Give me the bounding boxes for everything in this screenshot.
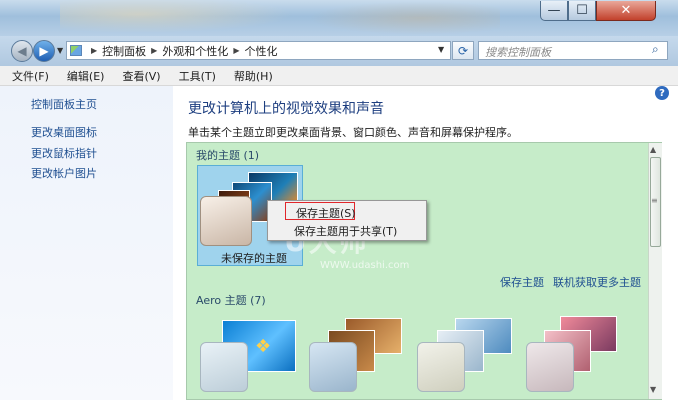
theme-window-color-swatch [526,342,574,392]
breadcrumb-separator[interactable]: ▶ [91,46,97,55]
aero-themes-group-label: Aero 主题 (7) [196,294,266,307]
minimize-button[interactable]: — [540,1,568,21]
sidebar-item-change-mouse-pointers[interactable]: 更改鼠标指针 [31,145,97,161]
title-bar-glass-effect [60,0,320,36]
maximize-button[interactable]: ☐ [568,1,596,21]
title-bar-glass-effect [300,0,500,36]
context-menu-save-theme[interactable]: 保存主题(S) [296,205,356,221]
theme-window-color-swatch [309,342,357,392]
address-bar[interactable]: ▶ 控制面板 ▶ 外观和个性化 ▶ 个性化 [66,41,451,60]
watermark-url: WWW.udashi.com [320,260,410,271]
save-theme-link[interactable]: 保存主题 [500,274,544,290]
refresh-button[interactable]: ⟳ [452,41,474,60]
close-button[interactable]: ✕ [596,1,656,21]
menu-tools[interactable]: 工具(T) [167,68,222,84]
page-title: 更改计算机上的视觉效果和声音 [188,101,384,117]
context-menu-save-theme-for-sharing[interactable]: 保存主题用于共享(T) [294,223,397,239]
page-description: 单击某个主题立即更改桌面背景、窗口颜色、声音和屏幕保护程序。 [188,126,518,139]
windows-logo-icon: ❖ [255,336,272,357]
menu-edit[interactable]: 编辑(E) [55,68,111,84]
address-dropdown-icon[interactable]: ▼ [438,45,444,54]
sidebar-item-change-account-picture[interactable]: 更改帐户图片 [31,165,97,181]
menu-help[interactable]: 帮助(H) [222,68,279,84]
control-panel-icon [70,45,82,56]
help-icon[interactable]: ? [655,86,669,100]
menu-file[interactable]: 文件(F) [0,68,55,84]
forward-button[interactable]: ▶ [33,40,55,62]
scroll-up-arrow-icon[interactable]: ▲ [650,145,656,154]
recent-pages-dropdown-icon[interactable]: ▼ [57,46,63,55]
sidebar-item-control-panel-home[interactable]: 控制面板主页 [31,96,97,112]
my-themes-group-label: 我的主题 (1) [196,149,260,162]
back-button[interactable]: ◀ [11,40,33,62]
breadcrumb-personalization[interactable]: 个性化 [244,43,277,59]
search-input[interactable]: 搜索控制面板 [478,41,668,60]
scroll-down-arrow-icon[interactable]: ▼ [650,385,656,394]
menu-bar: 文件(F) 编辑(E) 查看(V) 工具(T) 帮助(H) [0,66,678,86]
sidebar-item-change-desktop-icons[interactable]: 更改桌面图标 [31,124,97,140]
scrollbar-grip-icon: ≡ [651,196,658,205]
search-icon[interactable]: ⌕ [652,42,659,57]
breadcrumb-separator[interactable]: ▶ [233,46,239,55]
theme-window-color-swatch [200,196,252,246]
breadcrumb-separator[interactable]: ▶ [151,46,157,55]
get-more-themes-online-link[interactable]: 联机获取更多主题 [553,274,641,290]
breadcrumb-appearance[interactable]: 外观和个性化 [162,43,228,59]
theme-window-color-swatch [417,342,465,392]
menu-view[interactable]: 查看(V) [110,68,166,84]
theme-window-color-swatch [200,342,248,392]
unsaved-theme-label: 未保存的主题 [221,252,287,265]
breadcrumb-control-panel[interactable]: 控制面板 [102,43,146,59]
